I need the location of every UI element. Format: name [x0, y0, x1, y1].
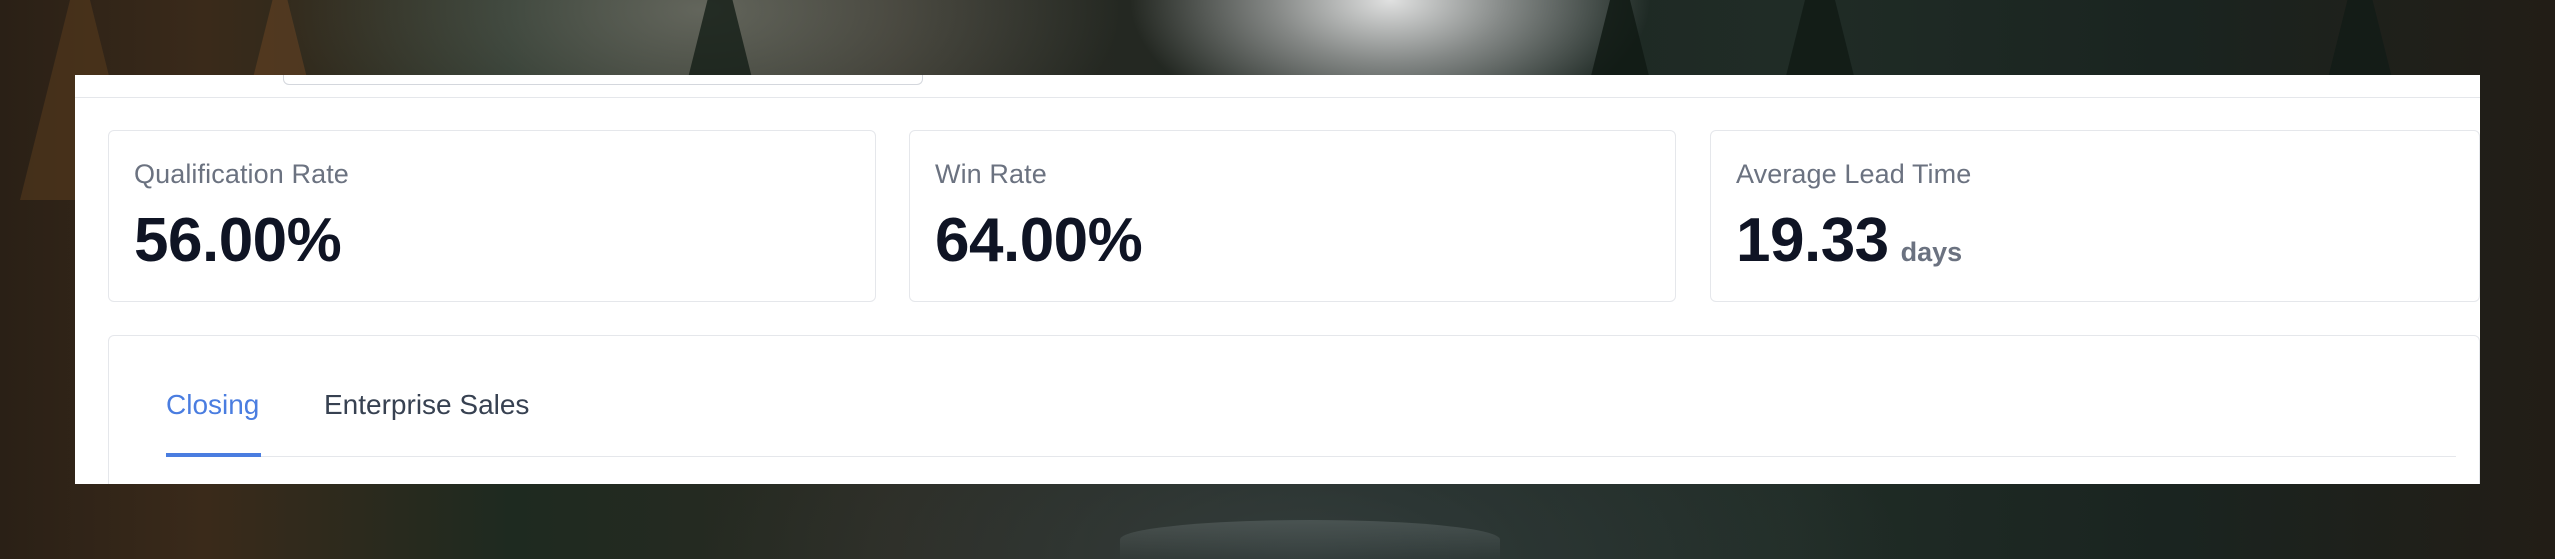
stat-label: Win Rate	[935, 159, 1047, 189]
stats-row: Qualification Rate 56.00% Win Rate 64.00…	[108, 130, 2480, 302]
stat-card-average-lead-time: Average Lead Time 19.33 days	[1710, 130, 2480, 302]
river	[1120, 520, 1500, 559]
stat-card-win-rate: Win Rate 64.00%	[909, 130, 1676, 302]
stat-value: 19.33 days	[1736, 205, 1962, 276]
tab-label: Closing	[166, 389, 260, 420]
stat-value-number: 56.00%	[134, 206, 342, 275]
tab-closing[interactable]: Closing	[166, 336, 261, 457]
stat-card-qualification-rate: Qualification Rate 56.00%	[108, 130, 876, 302]
stat-value-number: 64.00%	[935, 206, 1143, 275]
stat-unit: days	[1900, 237, 1963, 267]
stat-value: 64.00%	[935, 205, 1143, 276]
app-window: Qualification Rate 56.00% Win Rate 64.00…	[75, 75, 2480, 484]
pipeline-tabs-card: Closing Enterprise Sales	[108, 335, 2480, 484]
tab-enterprise-sales[interactable]: Enterprise Sales	[324, 336, 534, 457]
stat-value: 56.00%	[134, 205, 342, 276]
stat-label: Qualification Rate	[134, 159, 349, 189]
stat-label: Average Lead Time	[1736, 159, 1972, 189]
tab-bar: Closing Enterprise Sales	[166, 336, 2456, 457]
header-strip	[75, 75, 2480, 98]
stat-value-number: 19.33	[1736, 206, 1889, 275]
search-input[interactable]	[283, 75, 923, 85]
tab-label: Enterprise Sales	[324, 389, 530, 420]
